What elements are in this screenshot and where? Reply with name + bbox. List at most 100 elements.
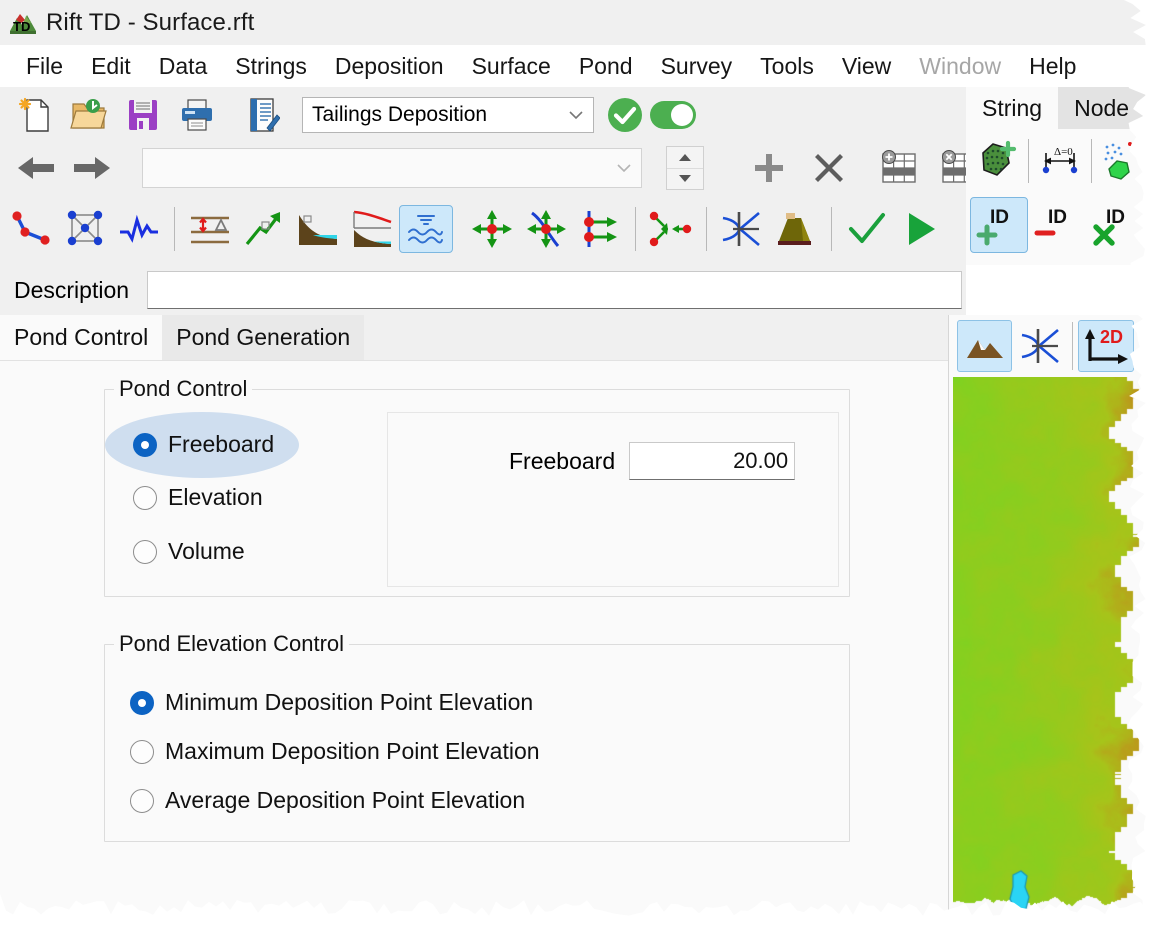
toolbar-area: Tailings Deposition [0,87,976,265]
panel-separator [1091,139,1092,183]
svg-text:2D: 2D [1100,327,1123,347]
radio-elevation[interactable]: Elevation [133,484,263,511]
menu-tools[interactable]: Tools [746,45,828,87]
pond-control-group-title: Pond Control [114,376,253,402]
toolbar-separator [706,207,707,251]
svg-text:TD: TD [13,19,30,34]
view-toolbar: 2D [949,315,1154,377]
tool-move-on-curve[interactable] [519,205,573,253]
freeboard-field-row: Freeboard [509,442,796,480]
new-button[interactable] [8,91,62,139]
description-input[interactable] [147,271,962,309]
record-spinner[interactable] [666,146,704,190]
deposition-type-combo[interactable]: Tailings Deposition [302,96,594,133]
freeboard-input[interactable] [629,442,796,480]
toolbar-row-navigation [0,142,986,194]
radio-minimum-deposition-point-elevation[interactable]: Minimum Deposition Point Elevation [130,689,533,716]
tool-embankment[interactable] [769,205,823,253]
save-button[interactable] [116,91,170,139]
menu-file[interactable]: File [12,45,77,87]
menu-pond[interactable]: Pond [565,45,647,87]
menu-edit[interactable]: Edit [77,45,145,87]
delete-id-button[interactable]: ID [1086,197,1144,253]
menu-window: Window [919,53,1002,79]
tab-node[interactable]: Node [1058,87,1146,129]
panel-separator [1028,139,1029,183]
tool-polyline[interactable] [4,205,58,253]
radio-mark [133,485,157,510]
title-bar: TD Rift TD - Surface.rft [0,0,1154,45]
pond-control-panel: Pond Control Freeboard Elevation Volume … [0,360,948,917]
svg-text:ID: ID [990,207,1009,228]
delete-button[interactable] [802,144,856,192]
tool-offset-points[interactable] [573,205,627,253]
view-strings-button[interactable] [1012,320,1067,372]
spinner-up-icon[interactable] [667,147,703,169]
toolbar-row-file: Tailings Deposition [0,87,696,142]
tab-pond-generation[interactable]: Pond Generation [162,315,365,360]
view-2d-button[interactable]: 2D [1078,320,1134,372]
radio-maximum-label: Maximum Deposition Point Elevation [165,738,540,764]
radio-maximum-deposition-point-elevation[interactable]: Maximum Deposition Point Elevation [130,738,540,765]
apply-button[interactable] [606,96,644,134]
radio-average-label: Average Deposition Point Elevation [165,787,526,813]
points-to-polygon-button[interactable] [1096,137,1150,185]
print-button[interactable] [170,91,224,139]
tool-move-point[interactable] [465,205,519,253]
open-button[interactable] [62,91,116,139]
radio-mark [130,690,154,715]
terrain-view-panel: 2D [949,315,1154,928]
add-row-button[interactable] [872,144,926,192]
application-window: TD Rift TD - Surface.rft File Edit Data … [0,0,1154,928]
menu-view[interactable]: View [828,45,905,87]
string-node-panel: String Node Δ=0 ID ID ID [966,87,1154,265]
chevron-down-icon [613,157,635,179]
tool-intersect[interactable] [715,205,769,253]
tool-run[interactable] [894,205,948,253]
menu-deposition[interactable]: Deposition [321,45,458,87]
add-polygon-string-button[interactable] [970,137,1024,185]
string-selector-combo[interactable] [142,148,642,188]
tool-connect-points[interactable] [644,205,698,253]
radio-mark [133,539,157,564]
add-id-button[interactable]: ID [970,197,1028,253]
tool-accept[interactable] [840,205,894,253]
radio-volume[interactable]: Volume [133,538,245,565]
tab-string[interactable]: String [966,87,1059,129]
menu-help[interactable]: Help [1015,45,1090,87]
tool-pond-water[interactable] [399,205,453,253]
menu-data[interactable]: Data [145,45,222,87]
menu-strings[interactable]: Strings [221,45,321,87]
tool-elevation-delta[interactable] [183,205,237,253]
radio-freeboard[interactable]: Freeboard [133,431,274,458]
toolbar-separator [174,207,175,251]
radio-average-deposition-point-elevation[interactable]: Average Deposition Point Elevation [130,787,525,814]
forward-button[interactable] [64,145,120,191]
svg-text:Δ=0: Δ=0 [1054,146,1073,158]
freeboard-field-box [387,412,839,587]
enable-toggle[interactable] [650,100,696,129]
tool-beach-curve[interactable] [345,205,399,253]
spinner-down-icon[interactable] [667,169,703,190]
tool-mesh[interactable] [58,205,112,253]
tab-pond-control[interactable]: Pond Control [0,315,163,360]
tool-beach-profile[interactable] [291,205,345,253]
radio-mark [130,739,154,764]
string-tools-row-1: Δ=0 [966,129,1154,193]
menu-surface[interactable]: Surface [458,45,565,87]
tool-slope-arrow[interactable] [237,205,291,253]
pond-control-group: Pond Control Freeboard Elevation Volume … [104,376,850,597]
edit-notes-button[interactable] [236,91,290,139]
pond-tab-strip: Pond Control Pond Generation [0,315,948,360]
tool-waveform[interactable] [112,205,166,253]
back-button[interactable] [8,145,64,191]
description-label: Description [14,276,130,303]
add-button[interactable] [742,144,796,192]
menu-survey[interactable]: Survey [647,45,747,87]
view-terrain-button[interactable] [957,320,1012,372]
terrain-td-logo-icon: TD [8,9,38,37]
terrain-elevation-heatmap[interactable] [953,377,1154,922]
measure-delta-button[interactable]: Δ=0 [1033,137,1087,185]
toolbar-separator [635,207,636,251]
remove-id-button[interactable]: ID [1028,197,1086,253]
